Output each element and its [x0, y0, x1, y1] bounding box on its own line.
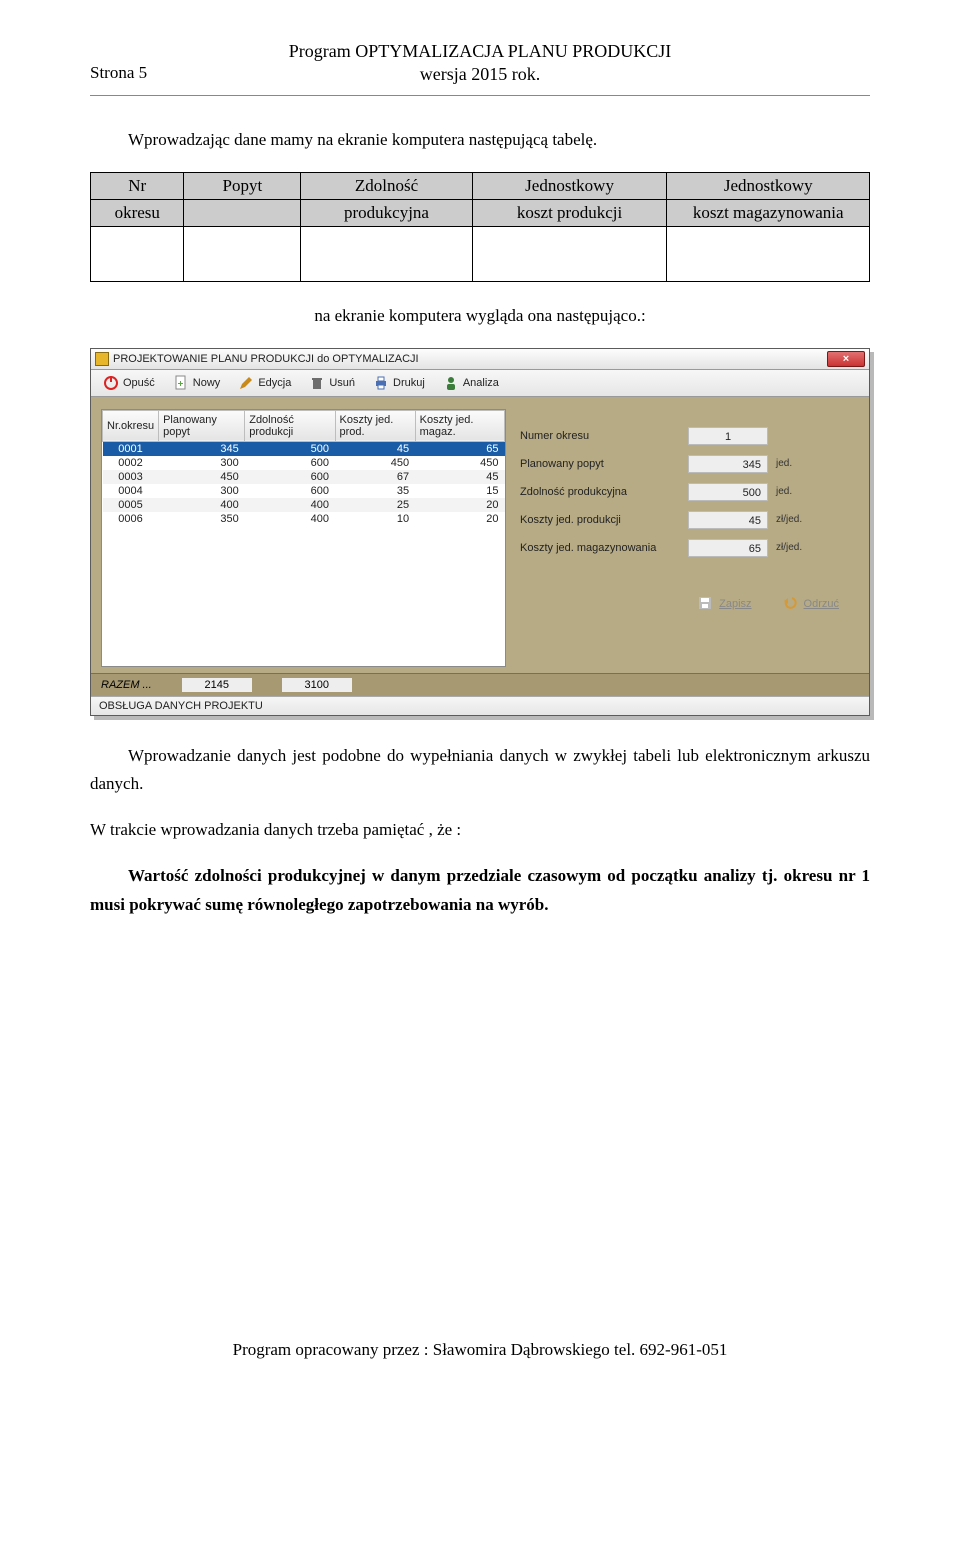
- person-icon: [443, 375, 459, 391]
- defs-h2a: Zdolność: [355, 176, 418, 195]
- kmag-unit: zł/jed.: [776, 542, 802, 553]
- numer-okresu-label: Numer okresu: [520, 430, 680, 442]
- statusbar: OBSŁUGA DANYCH PROJEKTU: [91, 696, 869, 715]
- col-zdol[interactable]: Zdolność produkcji: [245, 410, 335, 441]
- toolbar: Opuść Nowy Edycja Usuń Drukuj Analiza: [91, 370, 869, 397]
- odrzuc-label: Odrzuć: [804, 598, 839, 610]
- col-kprod[interactable]: Koszty jed. prod.: [335, 410, 415, 441]
- kmag-field[interactable]: 65: [688, 539, 768, 557]
- doc-title-line1: Program OPTYMALIZACJA PLANU PRODUKCJI: [90, 40, 870, 63]
- nowy-label: Nowy: [193, 377, 221, 389]
- table-row[interactable]: 0002 300 600 450 450: [103, 456, 505, 470]
- power-icon: [103, 375, 119, 391]
- zdolnosc-label: Zdolność produkcyjna: [520, 486, 680, 498]
- edycja-label: Edycja: [258, 377, 291, 389]
- defs-h2b: produkcyjna: [344, 203, 429, 222]
- popyt-label: Planowany popyt: [520, 458, 680, 470]
- col-nr[interactable]: Nr.okresu: [103, 410, 159, 441]
- edycja-button[interactable]: Edycja: [230, 373, 299, 393]
- totals-bar: RAZEM ... 2145 3100: [91, 673, 869, 696]
- doc-title-line2: wersja 2015 rok.: [90, 63, 870, 86]
- new-icon: [173, 375, 189, 391]
- analiza-label: Analiza: [463, 377, 499, 389]
- zdolnosc-field[interactable]: 500: [688, 483, 768, 501]
- table-row[interactable]: 0004 300 600 35 15: [103, 484, 505, 498]
- drukuj-button[interactable]: Drukuj: [365, 373, 433, 393]
- definitions-table: Nr Popyt Zdolność Jednostkowy Jednostkow…: [90, 172, 870, 282]
- odrzuc-button[interactable]: Odrzuć: [782, 595, 839, 614]
- table-row[interactable]: 0001 345 500 45 65: [103, 441, 505, 456]
- header-divider: [90, 95, 870, 96]
- intro-text: Wprowadzając dane mamy na ekranie komput…: [90, 126, 870, 155]
- data-grid[interactable]: Nr.okresu Planowany popyt Zdolność produ…: [101, 409, 506, 667]
- opusc-label: Opuść: [123, 377, 155, 389]
- defs-h3a: Jednostkowy: [525, 176, 614, 195]
- razem-label: RAZEM ...: [101, 679, 152, 691]
- usun-button[interactable]: Usuń: [301, 373, 363, 393]
- grid-empty-space: [103, 526, 505, 666]
- window-title: PROJEKTOWANIE PLANU PRODUKCJI do OPTYMAL…: [113, 353, 419, 365]
- kprod-label: Koszty jed. produkcji: [520, 514, 680, 526]
- nowy-button[interactable]: Nowy: [165, 373, 229, 393]
- page-number: Strona 5: [90, 62, 147, 84]
- zapisz-label: Zapisz: [719, 598, 751, 610]
- para-2: Wprowadzanie danych jest podobne do wype…: [90, 742, 870, 800]
- titlebar: PROJEKTOWANIE PLANU PRODUKCJI do OPTYMAL…: [91, 349, 869, 370]
- zapisz-button[interactable]: Zapisz: [697, 595, 751, 614]
- after-table-text: na ekranie komputera wygląda ona następu…: [90, 302, 870, 331]
- defs-h4a: Jednostkowy: [724, 176, 813, 195]
- usun-label: Usuń: [329, 377, 355, 389]
- drukuj-label: Drukuj: [393, 377, 425, 389]
- para-3: W trakcie wprowadzania danych trzeba pam…: [90, 816, 870, 845]
- app-window: PROJEKTOWANIE PLANU PRODUKCJI do OPTYMAL…: [90, 348, 870, 716]
- opusc-button[interactable]: Opuść: [95, 373, 163, 393]
- zdolnosc-unit: jed.: [776, 486, 792, 497]
- para-bold: Wartość zdolności produkcyjnej w danym p…: [90, 862, 870, 920]
- table-row[interactable]: 0006 350 400 10 20: [103, 512, 505, 526]
- defs-h3b: koszt produkcji: [517, 203, 622, 222]
- col-popyt[interactable]: Planowany popyt: [159, 410, 245, 441]
- table-row[interactable]: 0005 400 400 25 20: [103, 498, 505, 512]
- window-close-button[interactable]: ×: [827, 351, 865, 367]
- trash-icon: [309, 375, 325, 391]
- kmag-label: Koszty jed. magazynowania: [520, 542, 680, 554]
- app-icon: [95, 352, 109, 366]
- defs-h1: Popyt: [223, 176, 263, 195]
- analiza-button[interactable]: Analiza: [435, 373, 507, 393]
- popyt-unit: jed.: [776, 458, 792, 469]
- table-row[interactable]: 0003 450 600 67 45: [103, 470, 505, 484]
- kprod-unit: zł/jed.: [776, 514, 802, 525]
- razem-popyt: 2145: [182, 678, 252, 692]
- defs-h0b: okresu: [115, 203, 160, 222]
- razem-zdol: 3100: [282, 678, 352, 692]
- pencil-icon: [238, 375, 254, 391]
- details-form: Numer okresu 1 Planowany popyt 345 jed. …: [520, 409, 859, 614]
- page-footer: Program opracowany przez : Sławomira Dąb…: [90, 1340, 870, 1380]
- defs-h4b: koszt magazynowania: [693, 203, 844, 222]
- printer-icon: [373, 375, 389, 391]
- kprod-field[interactable]: 45: [688, 511, 768, 529]
- popyt-field[interactable]: 345: [688, 455, 768, 473]
- numer-okresu-field[interactable]: 1: [688, 427, 768, 445]
- defs-h0a: Nr: [128, 176, 146, 195]
- undo-icon: [782, 595, 798, 614]
- col-kmag[interactable]: Koszty jed. magaz.: [415, 410, 504, 441]
- floppy-icon: [697, 595, 713, 614]
